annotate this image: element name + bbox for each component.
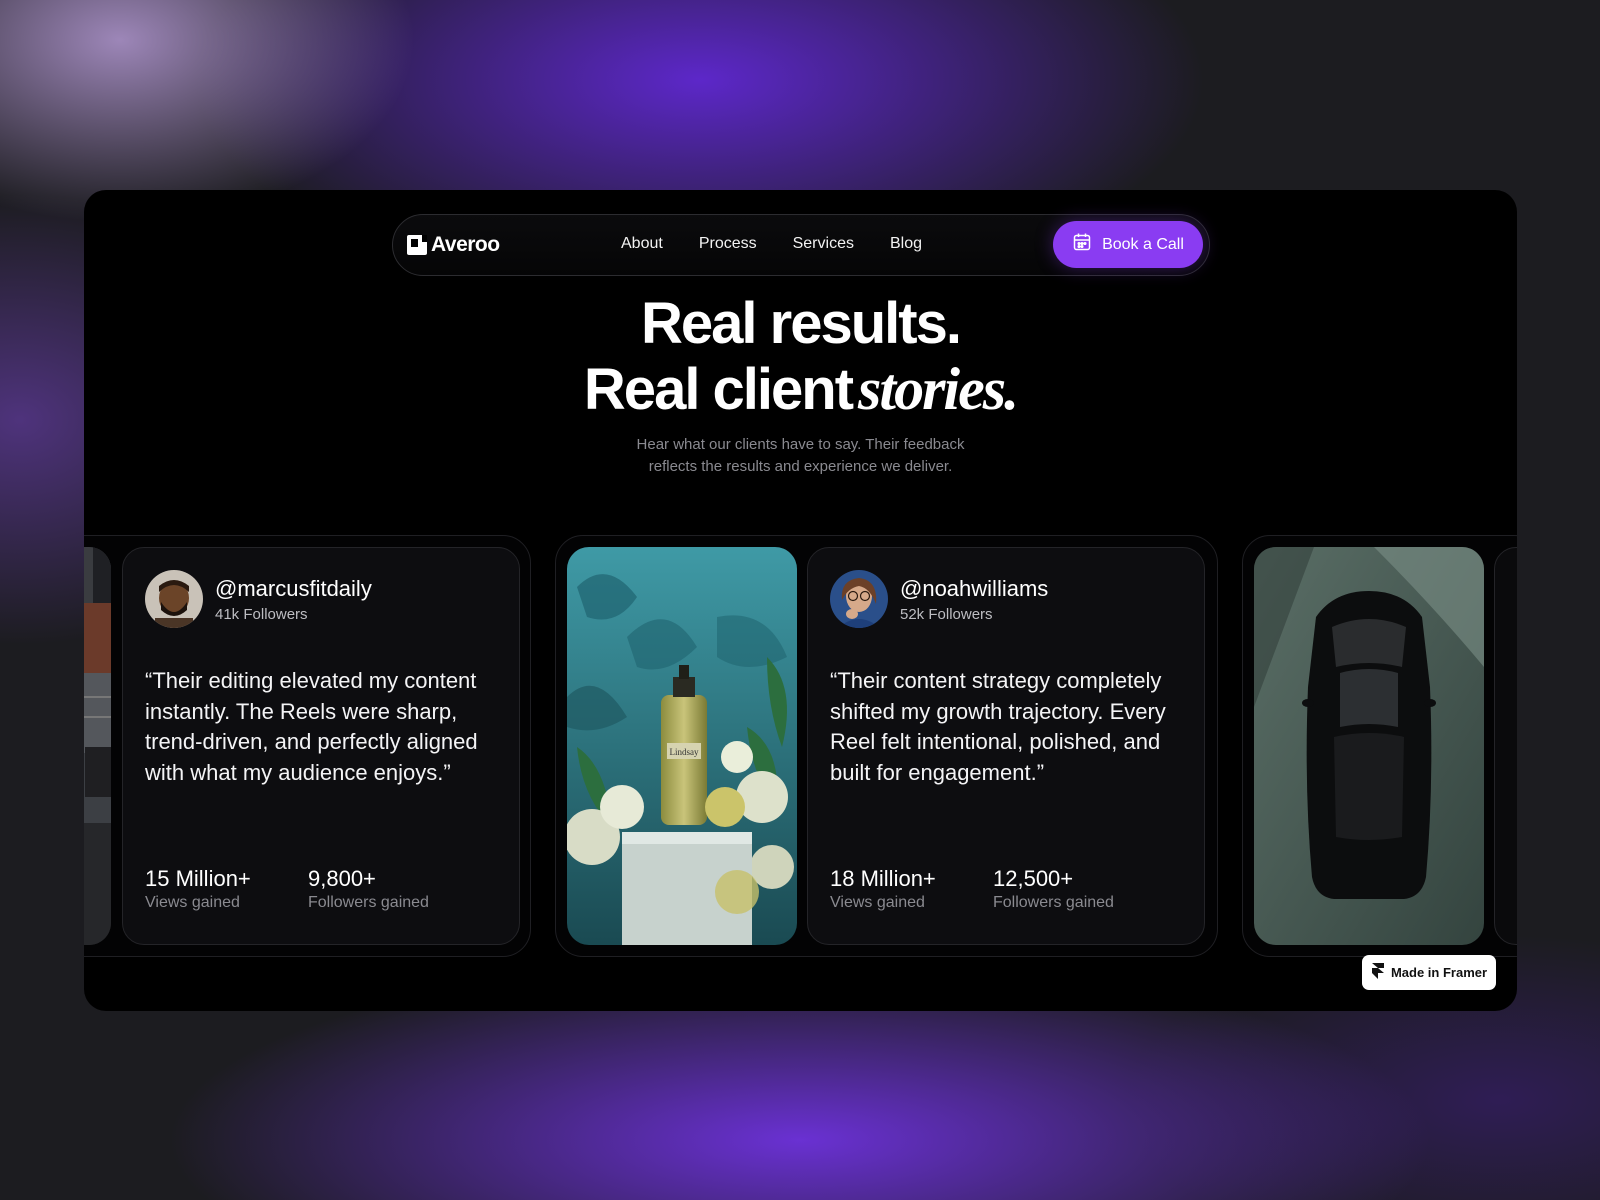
testimonial-card-partial <box>1494 547 1517 945</box>
logo-icon <box>407 235 427 255</box>
book-call-label: Book a Call <box>1102 235 1184 253</box>
badge-label: Made in Framer <box>1390 965 1488 980</box>
testimonial-card: @marcusfitdaily 41k Followers “Their edi… <box>122 547 520 945</box>
avatar <box>145 570 203 628</box>
hero-subtitle-line1: Hear what our clients have to say. Their… <box>636 436 965 453</box>
testimonial-frame: Lindsay @noahwilliams 52k Followers “The… <box>555 535 1218 957</box>
browser-page: Averoo About Process Services Blog Book … <box>84 190 1517 1011</box>
framer-icon <box>1371 963 1385 982</box>
testimonial-handle[interactable]: @noahwilliams <box>900 576 1048 602</box>
nav-links: About Process Services Blog <box>621 235 958 253</box>
bottle-label-text: Lindsay <box>670 747 699 757</box>
made-in-framer-badge[interactable]: Made in Framer <box>1362 955 1496 990</box>
hero-subtitle: Hear what our clients have to say. Their… <box>84 434 1517 478</box>
testimonial-card: @noahwilliams 52k Followers “Their conte… <box>807 547 1205 945</box>
brand-logo[interactable]: Averoo <box>407 233 500 257</box>
stat-views-label: Views gained <box>830 894 925 911</box>
product-photo-bottle: Lindsay <box>567 547 797 945</box>
nav-link-services[interactable]: Services <box>793 235 854 253</box>
nav-link-blog[interactable]: Blog <box>890 235 922 253</box>
stat-followers-value: 12,500+ <box>993 866 1074 891</box>
testimonial-frame: @marcusfitdaily 41k Followers “Their edi… <box>84 535 531 957</box>
stat-views-label: Views gained <box>145 894 240 911</box>
stat-followers-label: Followers gained <box>993 894 1114 911</box>
hero-title-line1: Real results. <box>641 291 962 356</box>
testimonial-handle[interactable]: @marcusfitdaily <box>215 576 372 602</box>
hero-title-line2: Real client stories. <box>84 355 1517 424</box>
stat-followers-label: Followers gained <box>308 894 429 911</box>
avatar <box>830 570 888 628</box>
calendar-icon <box>1072 232 1092 257</box>
product-photo-car <box>1254 547 1484 945</box>
testimonial-followers: 41k Followers <box>215 606 308 623</box>
testimonial-followers: 52k Followers <box>900 606 993 623</box>
stat-followers-value: 9,800+ <box>308 866 376 891</box>
partial-photo-gym <box>84 547 111 945</box>
navbar: Averoo About Process Services Blog Book … <box>392 214 1210 276</box>
book-call-button[interactable]: Book a Call <box>1053 221 1203 268</box>
hero-title-regular: Real client <box>583 357 854 422</box>
stat-views-value: 18 Million+ <box>830 866 936 891</box>
testimonial-frame <box>1242 535 1517 957</box>
nav-link-about[interactable]: About <box>621 235 663 253</box>
hero-subtitle-line2: reflects the results and experience we d… <box>648 458 953 475</box>
nav-link-process[interactable]: Process <box>699 235 757 253</box>
testimonial-quote: “Their content strategy completely shift… <box>830 668 1166 785</box>
stat-views-value: 15 Million+ <box>145 866 251 891</box>
brand-name: Averoo <box>431 233 500 256</box>
hero-title-italic: stories. <box>858 356 1019 422</box>
testimonial-quote: “Their editing elevated my content insta… <box>145 668 478 785</box>
